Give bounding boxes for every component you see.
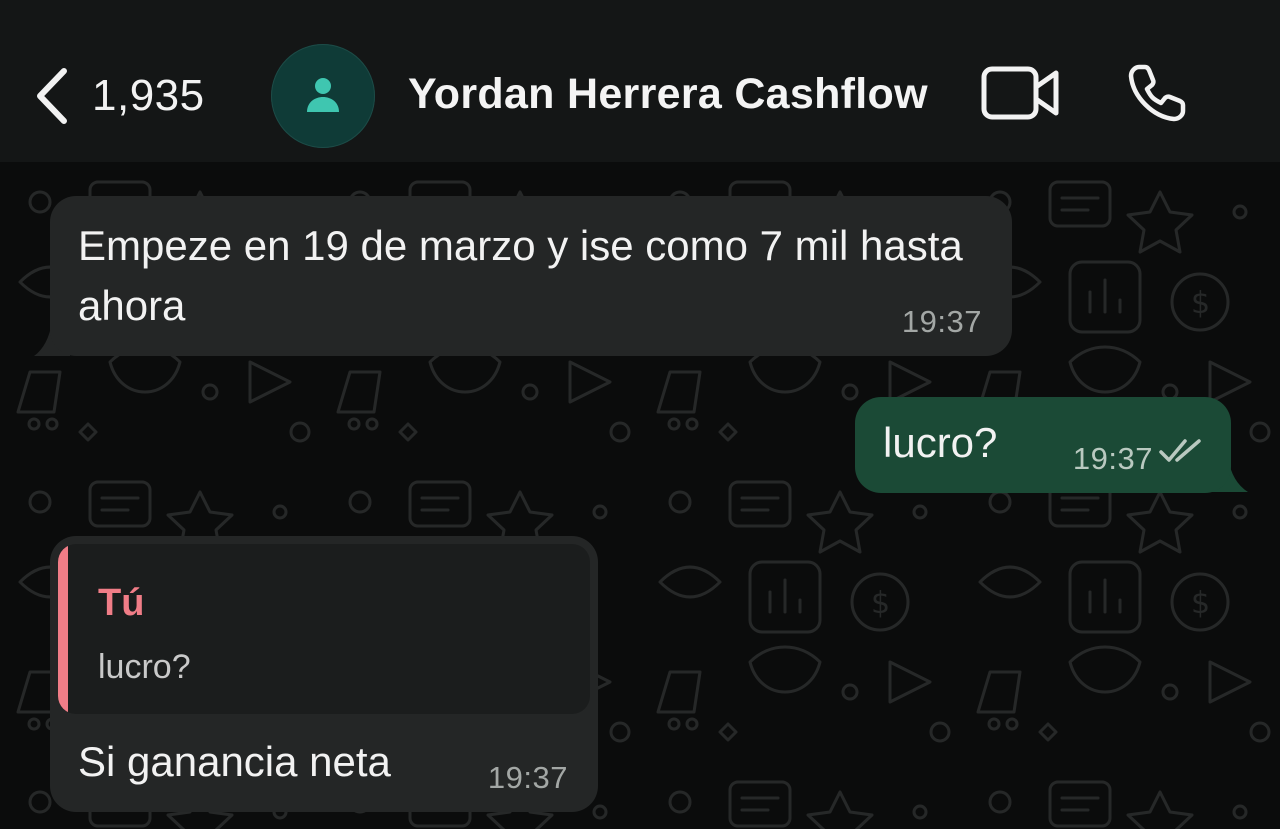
video-call-button[interactable]	[978, 64, 1062, 126]
quote-text: lucro?	[98, 648, 191, 686]
message-time: 19:37	[487, 760, 568, 795]
back-button[interactable]: 1,935	[34, 66, 205, 126]
message-text: lucro?	[883, 419, 998, 466]
quote-accent-bar	[58, 544, 68, 714]
message-bubble-incoming[interactable]: Empeze en 19 de marzo y ise como 7 mil h…	[50, 196, 1012, 356]
chat-screen: 1,935 Yordan Herrera Cashflow Empeze en …	[0, 0, 1280, 829]
person-icon	[303, 74, 343, 119]
message-bubble-incoming-reply[interactable]: Tú lucro? Si ganancia neta 19:37	[50, 536, 598, 812]
chat-header: 1,935 Yordan Herrera Cashflow	[0, 0, 1280, 162]
voice-call-button[interactable]	[1122, 60, 1192, 130]
avatar[interactable]	[271, 44, 375, 148]
chevron-left-icon	[34, 67, 68, 125]
video-camera-icon	[980, 65, 1060, 126]
message-bubble-outgoing[interactable]: lucro? 19:37	[855, 397, 1231, 493]
phone-icon	[1125, 61, 1189, 130]
quote-author: Tú	[98, 582, 145, 624]
message-text: Empeze en 19 de marzo y ise como 7 mil h…	[78, 222, 963, 329]
message-list[interactable]: $ Empeze en 19 de marzo	[0, 162, 1280, 829]
message-time: 19:37	[1072, 441, 1153, 476]
double-check-icon	[1159, 438, 1203, 469]
message-time: 19:37	[901, 304, 982, 339]
quoted-message[interactable]: Tú lucro?	[58, 544, 590, 714]
contact-name[interactable]: Yordan Herrera Cashflow	[408, 70, 928, 119]
message-text: Si ganancia neta	[78, 738, 391, 785]
unread-count: 1,935	[92, 71, 205, 120]
